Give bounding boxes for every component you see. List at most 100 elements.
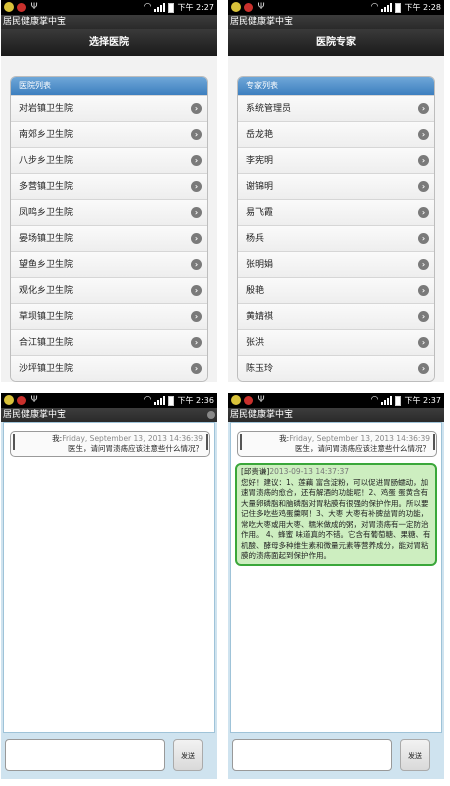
list-item-label: 八步乡卫生院 bbox=[19, 156, 74, 166]
chevron-right-icon: › bbox=[191, 233, 202, 244]
chevron-right-icon: › bbox=[418, 233, 429, 244]
hospital-item[interactable]: 多营镇卫生院 › bbox=[11, 173, 207, 199]
hospital-item[interactable]: 晏场镇卫生院 › bbox=[11, 225, 207, 251]
send-button[interactable]: 发送 bbox=[400, 739, 430, 771]
list-item-label: 多营镇卫生院 bbox=[19, 182, 74, 192]
chevron-right-icon: › bbox=[191, 207, 202, 218]
usb-icon: Ψ bbox=[30, 395, 38, 405]
expert-item[interactable]: 张洪 › bbox=[238, 329, 434, 355]
expert-item[interactable]: 谢锦明 › bbox=[238, 173, 434, 199]
chevron-right-icon: › bbox=[418, 155, 429, 166]
chevron-right-icon: › bbox=[418, 129, 429, 140]
wifi-icon: ◠ bbox=[143, 395, 152, 405]
message-date: Friday, September 13, 2013 14:36:39 bbox=[289, 434, 430, 443]
alert-icon bbox=[244, 396, 253, 405]
chevron-right-icon: › bbox=[191, 129, 202, 140]
expert-item[interactable]: 殷艳 › bbox=[238, 277, 434, 303]
chevron-right-icon: › bbox=[418, 103, 429, 114]
list-item-label: 谢锦明 bbox=[246, 182, 274, 192]
alert-icon bbox=[17, 3, 26, 12]
hospital-item[interactable]: 草坝镇卫生院 › bbox=[11, 303, 207, 329]
notification-icon bbox=[231, 395, 241, 405]
hospital-item[interactable]: 观化乡卫生院 › bbox=[11, 277, 207, 303]
message-text: 医生，请问胃溃疡应该注意些什么情况？ bbox=[68, 444, 203, 453]
expert-item[interactable]: 系统管理员 › bbox=[238, 95, 434, 121]
hospital-list: 医院列表 对岩镇卫生院 › 南郊乡卫生院 › 八步乡卫生院 › 多营镇卫生院 › 凤鸣乡卫生院 ›… bbox=[10, 76, 208, 382]
list-item-label: 望鱼乡卫生院 bbox=[19, 260, 74, 270]
hospital-item[interactable]: 南郊乡卫生院 › bbox=[11, 121, 207, 147]
expert-item[interactable]: 杨兵 › bbox=[238, 225, 434, 251]
chevron-right-icon: › bbox=[191, 285, 202, 296]
loading-icon bbox=[207, 411, 215, 419]
send-button[interactable]: 发送 bbox=[173, 739, 203, 771]
clock: 下午 2:37 bbox=[404, 396, 441, 405]
chat-area[interactable]: 我:Friday, September 13, 2013 14:36:39 医生… bbox=[3, 422, 215, 733]
chevron-right-icon: › bbox=[418, 337, 429, 348]
chevron-right-icon: › bbox=[191, 337, 202, 348]
chevron-right-icon: › bbox=[191, 311, 202, 322]
chevron-right-icon: › bbox=[418, 285, 429, 296]
screen-chat-answer: Ψ ◠ 下午 2:37 居民健康掌中宝 我:Friday, September … bbox=[228, 393, 444, 779]
bubble-edge bbox=[433, 434, 435, 450]
list-item-label: 张洪 bbox=[246, 338, 265, 348]
signal-icon bbox=[154, 396, 166, 405]
battery-icon bbox=[168, 2, 175, 13]
page-title: 医院专家 bbox=[228, 29, 444, 56]
expert-item[interactable]: 张明娟 › bbox=[238, 251, 434, 277]
usb-icon: Ψ bbox=[257, 2, 265, 12]
screen-expert-list: Ψ ◠ 下午 2:28 居民健康掌中宝 医院专家 专家列表 系统管理员 › 岳龙艳 ›… bbox=[228, 0, 444, 382]
chevron-right-icon: › bbox=[191, 103, 202, 114]
message-input[interactable] bbox=[5, 739, 165, 771]
expert-item[interactable]: 李宪明 › bbox=[238, 147, 434, 173]
list-item-label: 黄婧祺 bbox=[246, 312, 274, 322]
app-title-text: 居民健康掌中宝 bbox=[3, 410, 67, 420]
clock: 下午 2:28 bbox=[404, 3, 441, 12]
hospital-item[interactable]: 沙坪镇卫生院 › bbox=[11, 355, 207, 381]
chevron-right-icon: › bbox=[191, 363, 202, 374]
my-message: 我:Friday, September 13, 2013 14:36:39 医生… bbox=[237, 431, 437, 457]
status-bar: Ψ ◠ 下午 2:27 bbox=[1, 0, 217, 15]
list-item-label: 沙坪镇卫生院 bbox=[19, 364, 74, 374]
status-bar: Ψ ◠ 下午 2:28 bbox=[228, 0, 444, 15]
screen-hospital-list: Ψ ◠ 下午 2:27 居民健康掌中宝 选择医院 医院列表 对岩镇卫生院 › 南郊乡… bbox=[1, 0, 217, 382]
chat-area[interactable]: 我:Friday, September 13, 2013 14:36:39 医生… bbox=[230, 422, 442, 733]
list-item-label: 南郊乡卫生院 bbox=[19, 130, 74, 140]
list-item-label: 陈玉玲 bbox=[246, 364, 274, 374]
message-text: 医生，请问胃溃疡应该注意些什么情况？ bbox=[295, 444, 430, 453]
clock: 下午 2:36 bbox=[177, 396, 214, 405]
expert-item[interactable]: 黄婧祺 › bbox=[238, 303, 434, 329]
bubble-edge bbox=[206, 434, 208, 450]
chevron-right-icon: › bbox=[418, 181, 429, 192]
usb-icon: Ψ bbox=[30, 2, 38, 12]
hospital-item[interactable]: 合江镇卫生院 › bbox=[11, 329, 207, 355]
chevron-right-icon: › bbox=[418, 207, 429, 218]
list-item-label: 草坝镇卫生院 bbox=[19, 312, 74, 322]
status-bar: Ψ ◠ 下午 2:36 bbox=[1, 393, 217, 408]
expert-item[interactable]: 易飞霞 › bbox=[238, 199, 434, 225]
input-bar: 发送 bbox=[228, 733, 444, 779]
message-date: Friday, September 13, 2013 14:36:39 bbox=[62, 434, 203, 443]
hospital-item[interactable]: 对岩镇卫生院 › bbox=[11, 95, 207, 121]
app-title: 居民健康掌中宝 bbox=[1, 408, 217, 422]
expert-item[interactable]: 岳龙艳 › bbox=[238, 121, 434, 147]
wifi-icon: ◠ bbox=[143, 2, 152, 12]
list-item-label: 系统管理员 bbox=[246, 104, 292, 114]
signal-icon bbox=[154, 3, 166, 12]
hospital-item[interactable]: 凤鸣乡卫生院 › bbox=[11, 199, 207, 225]
page-title: 选择医院 bbox=[1, 29, 217, 56]
message-input[interactable] bbox=[232, 739, 392, 771]
hospital-item[interactable]: 望鱼乡卫生院 › bbox=[11, 251, 207, 277]
doctor-message: [邱贵谦]2013-09-13 14:37:37 您好！建议：1、莲藕 富含淀粉… bbox=[235, 463, 437, 566]
hospital-item[interactable]: 八步乡卫生院 › bbox=[11, 147, 207, 173]
message-text: 您好！建议：1、莲藕 富含淀粉，可以促进胃肠蠕动，加速胃溃疡的愈合，还有解酒的功… bbox=[241, 477, 431, 561]
list-item-label: 对岩镇卫生院 bbox=[19, 104, 74, 114]
app-title: 居民健康掌中宝 bbox=[1, 15, 217, 29]
clock: 下午 2:27 bbox=[177, 3, 214, 12]
expert-list: 专家列表 系统管理员 › 岳龙艳 › 李宪明 › 谢锦明 › 易飞霞 › 杨兵 › 张明娟 › 殷艳 › 黄婧祺… bbox=[237, 76, 435, 382]
signal-icon bbox=[381, 396, 393, 405]
signal-icon bbox=[381, 3, 393, 12]
usb-icon: Ψ bbox=[257, 395, 265, 405]
notification-icon bbox=[4, 395, 14, 405]
expert-item[interactable]: 陈玉玲 › bbox=[238, 355, 434, 381]
list-item-label: 岳龙艳 bbox=[246, 130, 274, 140]
